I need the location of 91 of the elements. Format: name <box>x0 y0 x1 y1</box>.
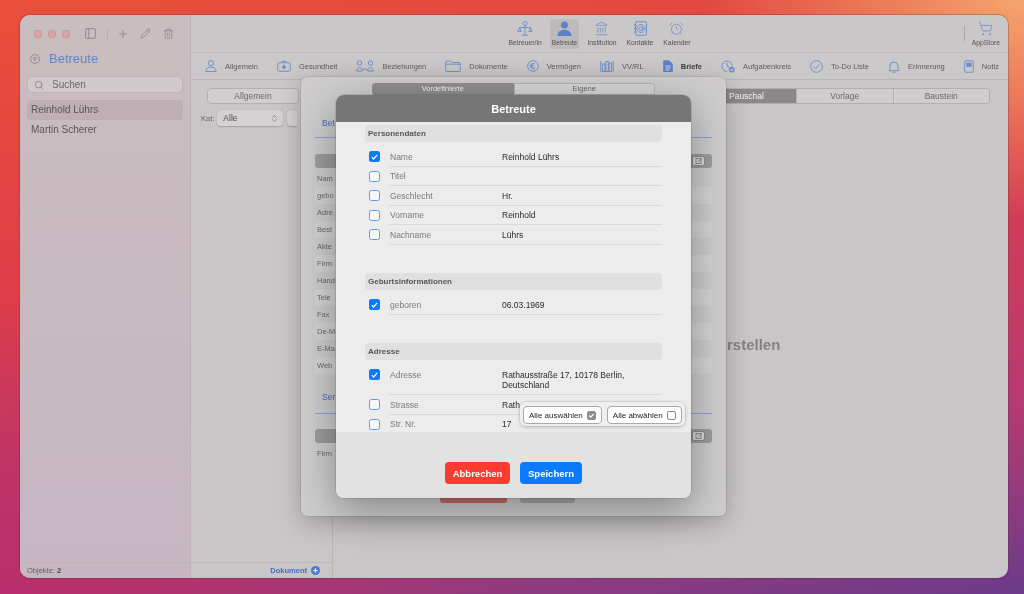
section-header: Personendaten <box>365 125 662 142</box>
checkbox[interactable] <box>369 418 380 430</box>
sidebar-title: Betreute <box>49 52 99 66</box>
chevrons-icon <box>270 113 280 123</box>
table-row <box>691 187 712 204</box>
table-row <box>691 323 712 340</box>
scales-icon <box>517 20 534 36</box>
table-header <box>315 153 336 168</box>
table-row <box>691 255 712 272</box>
checkbox[interactable] <box>369 151 380 163</box>
trash-icon[interactable] <box>163 28 174 39</box>
filter-button[interactable]: Allgemein <box>207 88 299 104</box>
dialog-title: Betreute <box>336 95 691 122</box>
section-header: Geburtsinformationen <box>365 273 662 290</box>
field-label: geboren <box>390 299 423 310</box>
field-label: Adresse <box>390 369 423 382</box>
zoom-button[interactable] <box>62 29 70 38</box>
checkbox[interactable] <box>369 170 380 182</box>
field-value: Rath <box>502 399 520 410</box>
euro-circle-icon <box>526 60 539 72</box>
field-value: 06.03.1969 <box>502 299 545 310</box>
building-icon <box>594 20 610 36</box>
field-value: Lührs <box>502 229 524 240</box>
minimize-button[interactable] <box>48 29 56 38</box>
sidebar-toggle-icon[interactable] <box>84 27 97 40</box>
table-row <box>691 289 712 306</box>
tab-underline <box>691 136 712 138</box>
checkbox[interactable] <box>369 399 380 411</box>
search-field[interactable]: Suchen <box>27 76 183 93</box>
field-label: Titel <box>390 171 407 182</box>
alarm-clock-icon <box>669 20 685 36</box>
person-icon <box>557 20 573 36</box>
table-header <box>315 428 336 443</box>
dropdown-edge <box>287 110 298 126</box>
field-value: Rathausstraße 17, 10178 Berlin, Deutschland <box>502 369 626 391</box>
pencil-icon[interactable] <box>140 28 151 39</box>
tab-underline <box>315 136 336 138</box>
field-label: Nachname <box>390 229 433 240</box>
address-book-icon <box>632 20 647 36</box>
note-icon <box>963 59 974 73</box>
cart-icon <box>978 20 994 36</box>
tab-underline <box>315 412 336 414</box>
save-button[interactable]: Speichern <box>520 462 582 484</box>
section-tab[interactable]: Bet <box>315 118 336 128</box>
deselect-all-button[interactable]: Alle abwählen <box>606 406 682 424</box>
checkbox[interactable] <box>369 299 380 311</box>
field-value: Reinhold Lührs <box>502 151 560 162</box>
list-item[interactable]: Martin Scherer <box>27 120 183 140</box>
clock-check-icon <box>721 59 736 73</box>
search-icon <box>34 79 44 90</box>
plus-circle-icon <box>311 566 320 575</box>
document-icon <box>662 60 673 72</box>
person-icon <box>205 60 217 72</box>
checkbox[interactable] <box>369 229 380 241</box>
field-label: Name <box>390 151 414 162</box>
button-edge <box>520 498 575 503</box>
field-label: Strasse <box>390 399 420 410</box>
table-row <box>691 221 712 238</box>
field-label: Geschlecht <box>390 190 434 201</box>
edit-icon[interactable] <box>692 155 705 166</box>
two-people-icon <box>356 60 375 72</box>
edit-icon[interactable] <box>692 430 705 441</box>
field-label: Str. Nr. <box>390 419 417 430</box>
check-circle-icon <box>810 59 824 73</box>
checkbox[interactable] <box>369 369 380 381</box>
segment-button[interactable]: Pauschal <box>726 89 796 103</box>
columns-icon <box>600 60 614 72</box>
segment-button[interactable]: Baustein <box>892 89 989 103</box>
close-button[interactable] <box>34 29 42 38</box>
checkbox[interactable] <box>369 209 380 221</box>
section-header: Adresse <box>365 343 662 360</box>
list-circle-icon <box>30 54 40 64</box>
select-all-button[interactable]: Alle auswählen <box>523 406 602 424</box>
segment-button[interactable]: Vorlage <box>796 89 893 103</box>
field-value: 17 <box>502 419 512 430</box>
medical-bag-icon <box>277 60 291 72</box>
content-heading: rstellen <box>727 336 782 354</box>
button-edge <box>440 498 507 503</box>
cancel-button[interactable]: Abbrechen <box>445 462 510 484</box>
bell-icon <box>888 59 901 73</box>
field-label: Vorname <box>390 210 426 221</box>
tab-underline <box>691 412 712 414</box>
field-value: Reinhold <box>502 210 536 221</box>
field-value: Hr. <box>502 190 513 201</box>
plus-icon[interactable] <box>117 27 129 40</box>
list-item[interactable]: Reinhold Lührs <box>27 100 183 120</box>
checkbox[interactable] <box>369 190 380 202</box>
table-row <box>691 357 712 374</box>
section-tab[interactable]: Ser <box>315 392 336 402</box>
category-dropdown[interactable]: Alle <box>217 110 284 126</box>
folder-icon <box>445 60 462 72</box>
